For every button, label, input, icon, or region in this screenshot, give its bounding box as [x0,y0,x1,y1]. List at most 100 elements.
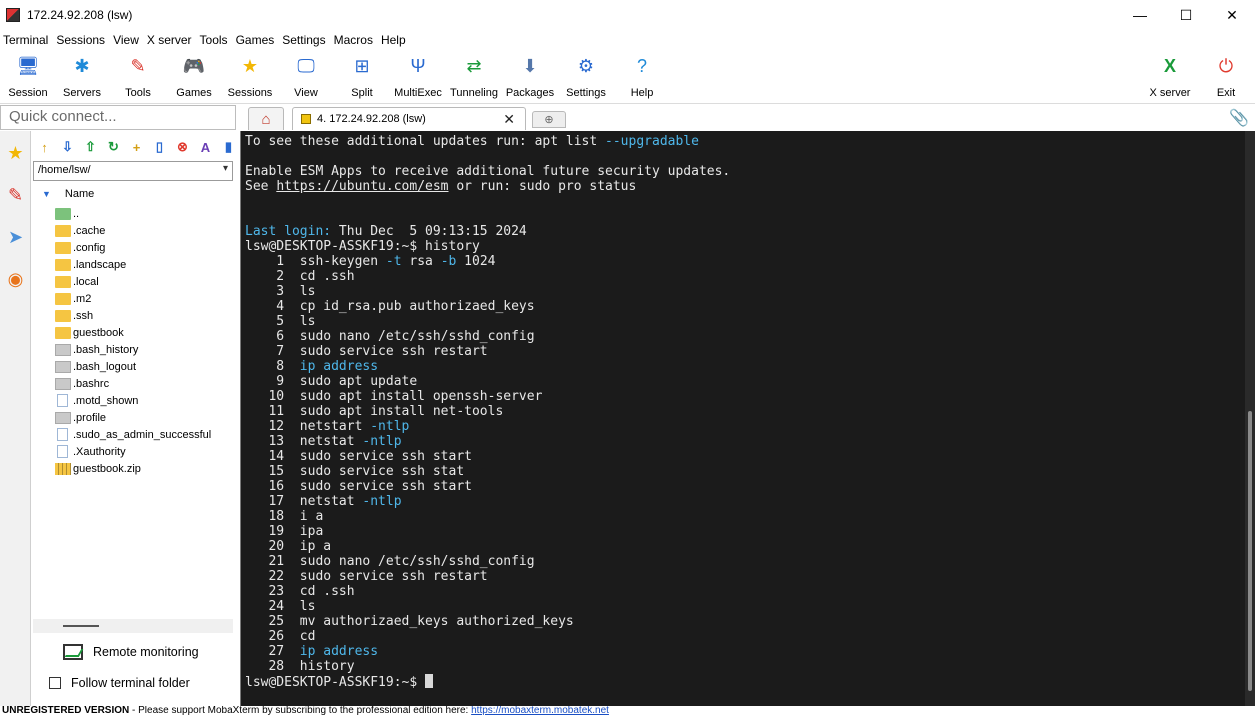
tab-session-4[interactable]: 4. 172.24.92.208 (lsw) ✕ [292,107,526,130]
menu-terminal[interactable]: Terminal [0,33,52,47]
document-icon [57,445,68,458]
terminal-text: 15 sudo service ssh stat [245,464,465,479]
new-file-button[interactable]: ▯ [148,135,171,159]
menu-tools[interactable]: Tools [196,33,232,47]
close-button[interactable]: ✕ [1209,0,1255,30]
toolbar-split-button[interactable]: ⊞ Split [334,52,390,100]
quick-connect-input[interactable]: Quick connect... [0,105,236,130]
folder-up-button[interactable]: ↑ [33,135,56,159]
toolbar-servers-button[interactable]: ✱ Servers [54,52,110,100]
file-row[interactable]: .sudo_as_admin_successful [55,426,235,443]
terminal-text: 19 ipa [245,524,324,539]
download-button[interactable]: ⇩ [56,135,79,159]
menu-sessions[interactable]: Sessions [52,33,109,47]
refresh-button[interactable]: ↻ [102,135,125,159]
attach-icon[interactable]: 📎 [1229,108,1249,128]
toolbar-games-button[interactable]: 🎮 Games [166,52,222,100]
expand-caret-icon: ▼ [42,189,51,199]
monitor-icon [63,644,83,660]
terminal-line: 9 sudo apt update [245,374,730,389]
terminal-text: 10 sudo apt install openssh-server [245,389,543,404]
toolbar-tunneling-button[interactable]: ⇄ Tunneling [446,52,502,100]
toolbar-sessions-button[interactable]: ★ Sessions [222,52,278,100]
file-tree-header[interactable]: ▼ Name [33,184,233,204]
terminal-text: -t [385,254,402,269]
file-row[interactable]: .cache [55,222,235,239]
follow-terminal-folder-label: Follow terminal folder [71,676,190,690]
menu-games[interactable]: Games [232,33,279,47]
minimize-button[interactable]: — [1117,0,1163,30]
rename-button[interactable]: A [194,135,217,159]
toolbar-exit-button[interactable]: ⏻ Exit [1198,52,1254,100]
file-row[interactable]: .m2 [55,290,235,307]
toolbar-view-button[interactable]: 🖵 View [278,52,334,100]
file-row[interactable]: guestbook.zip [55,460,235,477]
file-row[interactable]: .bash_history [55,341,235,358]
file-row[interactable]: .ssh [55,307,235,324]
games-icon: 🎮 [182,56,206,76]
rail-button-4[interactable]: ◉ [0,259,31,299]
sidebar-splitter[interactable] [33,619,233,633]
new-tab-button[interactable]: ⊕ [532,111,566,128]
file-row[interactable]: .bash_logout [55,358,235,375]
delete-button[interactable]: ⊗ [171,135,194,159]
terminal-text: 27 [245,644,300,659]
maximize-button[interactable]: ☐ [1163,0,1209,30]
file-row[interactable]: .landscape [55,256,235,273]
follow-terminal-folder-checkbox[interactable] [49,677,61,689]
file-row[interactable]: guestbook [55,324,235,341]
chevron-down-icon: ▾ [222,163,228,174]
file-name: .Xauthority [73,445,126,458]
menu-view[interactable]: View [109,33,143,47]
path-select[interactable]: /home/lsw/ ▾ [33,161,233,181]
parent-folder-icon [55,207,71,220]
file-row[interactable]: .motd_shown [55,392,235,409]
properties-button[interactable]: ▮ [217,135,240,159]
toolbar-label: Tools [125,87,151,99]
file-row[interactable]: .bashrc [55,375,235,392]
app-logo-icon [6,8,20,22]
tab-close-icon[interactable]: ✕ [503,111,515,128]
toolbar-multiexec-button[interactable]: Ψ MultiExec [390,52,446,100]
rail-button-1[interactable]: ★ [0,133,31,173]
splitter-grip [63,625,99,627]
terminal-link[interactable]: https://ubuntu.com/esm [276,179,448,194]
file-row[interactable]: .. [55,205,235,222]
menu-macros[interactable]: Macros [330,33,377,47]
new-folder-button[interactable]: + [125,135,148,159]
file-row[interactable]: .local [55,273,235,290]
toolbar-label: Servers [63,87,101,99]
file-row[interactable]: .Xauthority [55,443,235,460]
terminal-scrollbar[interactable] [1245,131,1255,706]
mobatek-link[interactable]: https://mobaxterm.mobatek.net [471,706,609,716]
upload-button[interactable]: ⇧ [79,135,102,159]
terminal-line: 13 netstat -ntlp [245,434,730,449]
file-row[interactable]: .config [55,239,235,256]
home-tab[interactable]: ⌂ [248,107,284,130]
remote-monitoring-button[interactable]: Remote monitoring [63,641,199,663]
title-bar: 172.24.92.208 (lsw) — ☐ ✕ [0,0,1255,30]
mobaxterm-window: 172.24.92.208 (lsw) — ☐ ✕ Terminal Sessi… [0,0,1255,716]
terminal-line: Enable ESM Apps to receive additional fu… [245,164,730,179]
file-row[interactable]: .profile [55,409,235,426]
sftp-sidebar: ↑ ⇩ ⇧ ↻ + ▯ ⊗ A ▮ /home/lsw/ ▾ ▼ Name .. .cache .c… [33,131,235,706]
menu-x-server[interactable]: X server [143,33,196,47]
menu-help[interactable]: Help [377,33,410,47]
toolbar-help-button[interactable]: ? Help [614,52,670,100]
toolbar-packages-button[interactable]: ⬇ Packages [502,52,558,100]
rail-button-3[interactable]: ➤ [0,217,31,257]
follow-terminal-folder-toggle[interactable]: Follow terminal folder [49,673,190,693]
toolbar-tools-button[interactable]: ✎ Tools [110,52,166,100]
rail-button-2[interactable]: ✎ [0,175,31,215]
terminal-text: 7 sudo service ssh restart [245,344,488,359]
toolbar-x-server-button[interactable]: X X server [1142,52,1198,100]
home-icon: ⌂ [261,110,271,128]
folder-icon [55,309,71,322]
scrollbar-thumb[interactable] [1248,411,1252,691]
toolbar-settings-button[interactable]: ⚙ Settings [558,52,614,100]
terminal-pane[interactable]: To see these additional updates run: apt… [240,131,1255,706]
terminal-line: See https://ubuntu.com/esm or run: sudo … [245,179,730,194]
terminal-text: ip address [299,644,379,659]
menu-settings[interactable]: Settings [278,33,329,47]
toolbar-session-button[interactable]: 🖥 Session [0,52,56,100]
